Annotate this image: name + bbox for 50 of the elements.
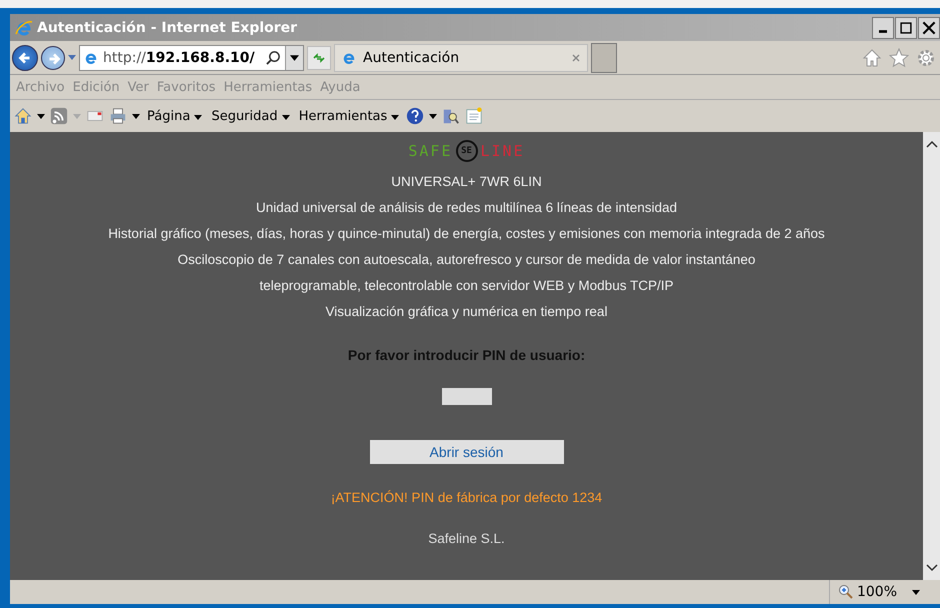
feed-icon[interactable]	[50, 107, 68, 125]
caret-icon	[391, 114, 400, 120]
description-text: UNIVERSAL+ 7WR 6LIN	[391, 174, 542, 189]
address-field[interactable]: http://192.168.8.10/	[79, 44, 304, 70]
caret-icon	[68, 55, 76, 60]
command-menu[interactable]: Página	[145, 108, 204, 124]
maximize-icon	[899, 20, 913, 34]
caret-icon[interactable]	[132, 114, 140, 118]
description-text: teleprogramable, telecontrolable con servidor WEB y Modbus TCP/IP	[260, 278, 674, 293]
back-button[interactable]	[12, 44, 38, 70]
command-menu[interactable]: Herramientas	[296, 108, 402, 124]
printer-icon[interactable]	[109, 107, 127, 125]
caret-icon	[290, 54, 299, 60]
magnifier-icon	[838, 584, 854, 600]
description-text: Historial gráfico (meses, días, horas y quince-minutal) de energía, costes y emisiones con memoria integrada de 2 años	[108, 226, 825, 241]
caret-icon[interactable]	[37, 114, 45, 118]
caret-icon	[194, 114, 202, 120]
maximize-button[interactable]	[895, 16, 917, 38]
command-menu[interactable]: Seguridad	[209, 108, 292, 124]
caret-icon[interactable]	[429, 114, 438, 118]
footer-text: Safeline S.L.	[428, 531, 505, 546]
dropdown-button[interactable]	[285, 46, 303, 70]
pin-label: Por favor introducir PIN de usuario:	[348, 347, 586, 363]
zoom-control[interactable]: 100%	[828, 580, 940, 604]
close-icon[interactable]	[571, 52, 581, 62]
home-icon[interactable]	[862, 48, 882, 68]
description-text: Unidad universal de análisis de redes multilínea 6 líneas de intensidad	[256, 200, 677, 215]
pin-field[interactable]	[442, 388, 492, 405]
minimize-button[interactable]	[872, 16, 894, 38]
close-button[interactable]	[918, 16, 940, 38]
scrollbar[interactable]	[923, 132, 940, 580]
settings-icon[interactable]	[916, 48, 936, 68]
star-icon[interactable]	[889, 48, 909, 68]
search-icon	[266, 50, 281, 65]
minimize-icon	[879, 30, 887, 32]
forward-button[interactable]	[41, 46, 65, 70]
brand-logo: SAFE SE LINE	[408, 140, 525, 162]
description-text: Visualización gráfica y numérica en tiempo real	[326, 304, 608, 319]
new-tab-button[interactable]	[591, 42, 617, 72]
caret-icon	[282, 114, 290, 120]
login-button[interactable]: Abrir sesión	[370, 440, 564, 464]
note-icon[interactable]	[465, 107, 484, 125]
caret-icon	[912, 590, 920, 594]
description-text: Osciloscopio de 7 canales con autoescala, autorefresco y cursor de medida de valor instantáneo	[178, 252, 756, 267]
home-icon[interactable]	[14, 107, 32, 125]
warning-text: ¡ATENCIÓN! PIN de fábrica por defecto 1234	[330, 490, 602, 505]
window-title: Autenticación - Internet Explorer	[37, 20, 298, 36]
close-icon	[922, 20, 936, 34]
browser-tab[interactable]: Autenticación	[334, 44, 588, 72]
help-icon[interactable]	[406, 107, 424, 125]
